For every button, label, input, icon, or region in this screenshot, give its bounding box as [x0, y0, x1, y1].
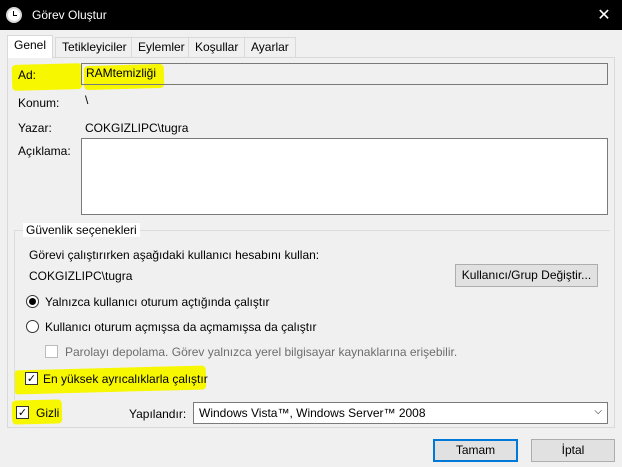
tab-genel[interactable]: Genel	[7, 35, 54, 58]
cancel-button[interactable]: İptal	[531, 439, 615, 462]
window-title: Görev Oluştur	[32, 8, 107, 22]
tab-conditions[interactable]: Koşullar	[188, 37, 246, 57]
hidden-checkbox[interactable]: ✓	[16, 406, 29, 419]
name-field[interactable]: RAMtemizliği	[81, 63, 608, 85]
run-whether-logged-on-radio[interactable]	[26, 320, 39, 333]
do-not-store-password-checkbox[interactable]	[45, 345, 58, 358]
account-value: COKGIZLIPC\tugra	[25, 266, 449, 286]
location-value: \	[81, 92, 608, 108]
ok-button[interactable]: Tamam	[433, 439, 518, 462]
change-user-group-button[interactable]: Kullanıcı/Grup Değiştir...	[455, 264, 598, 287]
tab-actions[interactable]: Eylemler	[131, 37, 192, 57]
chevron-down-icon: ⌵	[594, 406, 602, 417]
close-icon[interactable]: ✕	[586, 0, 622, 30]
highest-privileges-label: En yüksek ayrıcalıklarla çalıştır	[43, 372, 208, 386]
run-whether-logged-on-label: Kullanıcı oturum açmışsa da açmamışsa da…	[45, 320, 317, 334]
description-label: Açıklama:	[18, 144, 71, 158]
name-value: RAMtemizliği	[86, 66, 157, 80]
security-group-title: Güvenlik seçenekleri	[23, 223, 140, 237]
author-label: Yazar:	[18, 121, 52, 135]
do-not-store-password-label: Parolayı depolama. Görev yalnızca yerel …	[65, 345, 458, 359]
description-field[interactable]	[81, 138, 608, 215]
clock-icon	[6, 7, 22, 23]
tab-settings[interactable]: Ayarlar	[244, 37, 296, 57]
configure-value: Windows Vista™, Windows Server™ 2008	[199, 406, 426, 420]
configure-for-select[interactable]: Windows Vista™, Windows Server™ 2008 ⌵	[193, 402, 608, 424]
run-only-logged-on-label: Yalnızca kullanıcı oturum açtığında çalı…	[45, 295, 270, 309]
configure-label: Yapılandır:	[129, 407, 187, 421]
highest-privileges-checkbox[interactable]: ✓	[25, 372, 38, 385]
author-value: COKGIZLIPC\tugra	[85, 121, 189, 135]
tab-triggers[interactable]: Tetikleyiciler	[55, 37, 134, 57]
run-only-logged-on-radio[interactable]	[26, 295, 39, 308]
name-label: Ad:	[18, 68, 37, 82]
account-prompt: Görevi çalıştırırken aşağıdaki kullanıcı…	[29, 248, 320, 262]
title-bar: Görev Oluştur ✕	[0, 0, 622, 30]
hidden-label: Gizli	[36, 406, 60, 420]
location-label: Konum:	[18, 96, 60, 110]
